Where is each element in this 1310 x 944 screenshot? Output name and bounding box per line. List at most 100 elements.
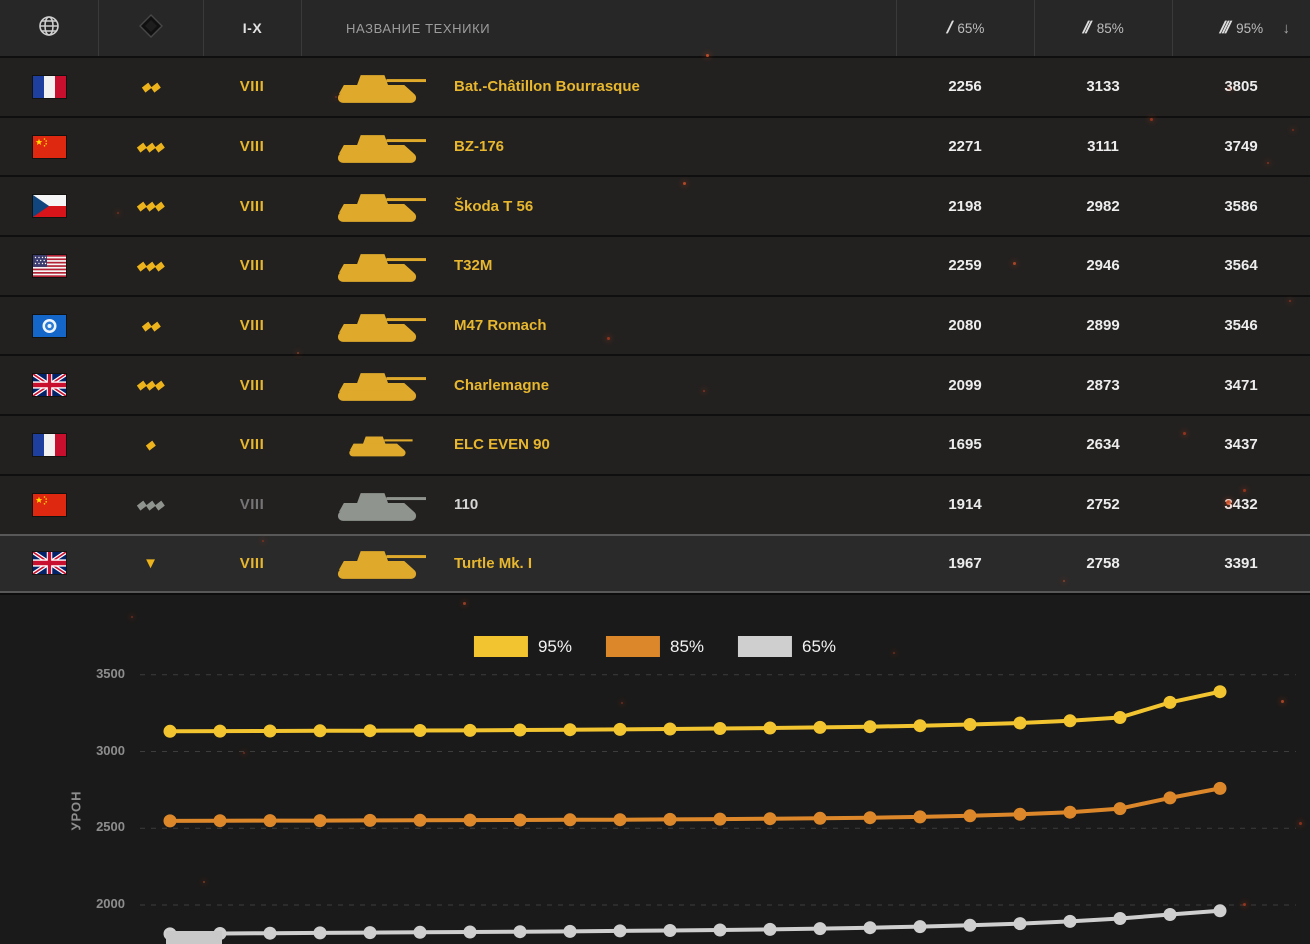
vehicle-class-icon: ◆ bbox=[143, 436, 158, 452]
column-header-65[interactable]: / 65% bbox=[896, 0, 1034, 56]
tank-name-link[interactable]: BZ-176 bbox=[454, 138, 504, 155]
legend-swatch bbox=[605, 636, 660, 658]
chart-axis-fragment bbox=[166, 931, 222, 944]
legend-item-85[interactable]: 85% bbox=[605, 636, 705, 658]
vehicle-name-column-header[interactable]: НАЗВАНИЕ ТЕХНИКИ bbox=[301, 0, 896, 56]
vehicle-class-icon: ◆◆◆ bbox=[134, 257, 167, 273]
nation-flag bbox=[32, 374, 66, 397]
table-row[interactable]: ◆◆◆ VIII 110 1914 2752 3432 bbox=[0, 473, 1310, 534]
column-header-95[interactable]: /// 95% ↓ bbox=[1172, 0, 1310, 56]
value-65: 2080 bbox=[948, 317, 982, 335]
legend-item-95[interactable]: 95% bbox=[473, 636, 572, 658]
vehicle-class-icon: ◆◆◆ bbox=[134, 198, 167, 214]
value-85: 2634 bbox=[1086, 436, 1120, 454]
tier-label: VIII bbox=[239, 197, 265, 215]
value-65: 2198 bbox=[948, 197, 982, 215]
slash-3-icon: /// bbox=[1218, 18, 1230, 37]
table-row[interactable]: ◆◆◆ VIII BZ-176 2271 3111 3749 bbox=[0, 115, 1310, 176]
tank-silhouette bbox=[331, 488, 426, 522]
tank-name-link[interactable]: T32M bbox=[454, 257, 492, 274]
chart-ylabel: УРОН bbox=[68, 790, 84, 831]
chart-legend: 95% 85% 65% bbox=[473, 636, 836, 658]
value-65: 2271 bbox=[948, 138, 982, 156]
table-row[interactable]: ◆◆ VIII Bat.-Châtillon Bourrasque 2256 3… bbox=[0, 56, 1310, 116]
tank-name-link[interactable]: Bat.-Châtillon Bourrasque bbox=[454, 78, 640, 95]
tank-name-link[interactable]: Škoda T 56 bbox=[454, 198, 533, 215]
tier-label: VIII bbox=[239, 554, 265, 572]
vehicle-class-icon: ◆◆ bbox=[139, 78, 162, 94]
nation-flag bbox=[32, 254, 66, 277]
value-85: 2873 bbox=[1086, 376, 1120, 394]
vehicle-stats-table: ◆◆ VIII Bat.-Châtillon Bourrasque 2256 3… bbox=[0, 56, 1310, 594]
value-65: 2259 bbox=[948, 257, 982, 275]
legend-swatch bbox=[738, 636, 793, 658]
nation-flag bbox=[32, 314, 66, 337]
value-85: 2946 bbox=[1086, 257, 1120, 275]
class-filter[interactable] bbox=[98, 0, 203, 56]
table-row[interactable]: ◆◆◆ VIII T32M 2259 2946 3564 bbox=[0, 235, 1310, 295]
value-85: 2982 bbox=[1086, 197, 1120, 215]
tier-filter[interactable]: I-X bbox=[203, 0, 301, 56]
tank-name-link[interactable]: ELC EVEN 90 bbox=[454, 436, 550, 453]
tank-name-link[interactable]: M47 Romach bbox=[454, 317, 547, 334]
nation-flag bbox=[32, 135, 66, 158]
value-85: 3111 bbox=[1087, 138, 1119, 156]
tier-label: VIII bbox=[239, 436, 265, 454]
vehicle-class-icon: ◆◆◆ bbox=[134, 138, 167, 154]
tier-label: VIII bbox=[239, 138, 265, 156]
value-95: 3749 bbox=[1224, 138, 1258, 156]
vehicle-class-icon: ◆◆ bbox=[139, 317, 162, 333]
value-95: 3564 bbox=[1224, 257, 1258, 275]
value-95: 3437 bbox=[1224, 436, 1258, 454]
table-row[interactable]: ▼ VIII Turtle Mk. I 1967 2758 3391 bbox=[0, 533, 1310, 594]
tier-filter-label: I-X bbox=[242, 20, 263, 36]
tank-silhouette bbox=[331, 70, 426, 104]
vehicle-class-icon: ◆◆◆ bbox=[134, 377, 167, 393]
value-95: 3391 bbox=[1224, 554, 1258, 572]
tank-name-link[interactable]: 110 bbox=[454, 496, 478, 513]
table-row[interactable]: ◆◆◆ VIII Charlemagne 2099 2873 3471 bbox=[0, 354, 1310, 415]
tank-silhouette bbox=[331, 546, 426, 580]
value-95: 3471 bbox=[1224, 376, 1258, 394]
value-85: 2899 bbox=[1086, 317, 1120, 335]
value-95: 3546 bbox=[1224, 317, 1258, 335]
legend-label: 85% bbox=[669, 636, 705, 656]
tank-name-link[interactable]: Charlemagne bbox=[454, 377, 549, 394]
value-85: 2752 bbox=[1086, 496, 1120, 514]
table-row[interactable]: ◆◆◆ VIII Škoda T 56 2198 2982 3586 bbox=[0, 175, 1310, 236]
value-85: 2758 bbox=[1086, 554, 1120, 572]
tank-silhouette bbox=[331, 368, 426, 402]
nation-flag bbox=[32, 75, 66, 98]
value-65: 1967 bbox=[948, 554, 982, 572]
table-row[interactable]: ◆ VIII ELC EVEN 90 1695 2634 3437 bbox=[0, 414, 1310, 474]
damage-chart: 95% 85% 65% УРОН 3500 3000 2500 2000 bbox=[0, 593, 1310, 944]
vehicle-class-icon: ▼ bbox=[143, 554, 158, 572]
name-column-label: НАЗВАНИЕ ТЕХНИКИ bbox=[346, 20, 491, 36]
value-85: 3133 bbox=[1086, 78, 1120, 96]
tank-silhouette bbox=[331, 428, 426, 462]
value-95: 3586 bbox=[1224, 197, 1258, 215]
sort-arrow-icon[interactable]: ↓ bbox=[1283, 20, 1291, 37]
value-65: 1695 bbox=[948, 436, 982, 454]
slash-1-icon: / bbox=[945, 18, 951, 37]
globe-icon bbox=[37, 14, 61, 43]
nation-flag bbox=[32, 552, 66, 575]
value-65: 2099 bbox=[948, 376, 982, 394]
tank-name-link[interactable]: Turtle Mk. I bbox=[454, 555, 532, 572]
column-header-85[interactable]: // 85% bbox=[1034, 0, 1172, 56]
legend-swatch bbox=[473, 636, 528, 658]
tier-label: VIII bbox=[239, 257, 265, 275]
value-95: 3432 bbox=[1224, 496, 1258, 514]
tier-label: VIII bbox=[239, 317, 265, 335]
nation-filter[interactable] bbox=[0, 0, 98, 56]
column-label-95: 95% bbox=[1236, 20, 1264, 36]
column-label-65: 65% bbox=[957, 20, 985, 36]
legend-label: 95% bbox=[537, 636, 572, 656]
legend-item-65[interactable]: 65% bbox=[738, 636, 836, 658]
table-row[interactable]: ◆◆ VIII M47 Romach 2080 2899 3546 bbox=[0, 294, 1310, 355]
tank-silhouette bbox=[331, 189, 426, 223]
column-label-85: 85% bbox=[1096, 20, 1124, 36]
value-95: 3805 bbox=[1224, 78, 1258, 96]
value-65: 1914 bbox=[948, 496, 982, 514]
tier-label: VIII bbox=[239, 496, 265, 514]
